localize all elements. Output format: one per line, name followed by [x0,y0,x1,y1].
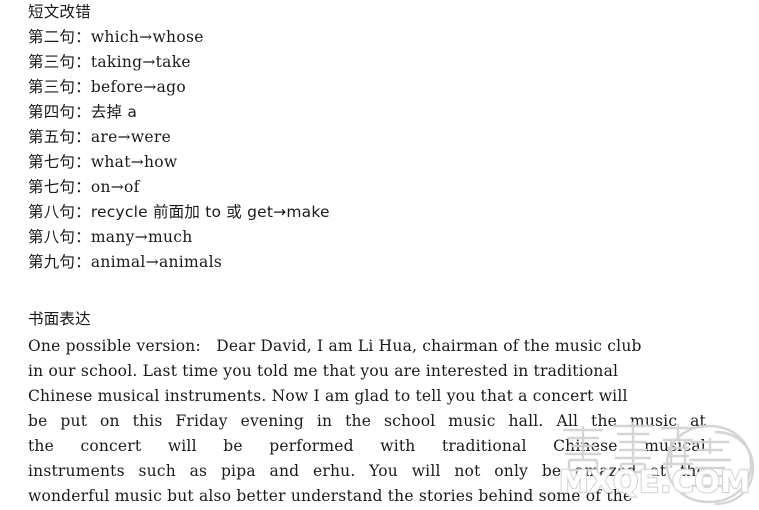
essay-line: wonderful music but also better understa… [28,487,633,505]
correction-label: 第四句： [28,103,91,121]
correction-label: 第三句： [28,53,91,71]
essay-word: and [269,462,300,480]
essay-word: the [345,412,372,430]
essay-word: the [591,412,618,430]
essay-word: the [680,462,706,480]
corrections-heading: 短文改错 [28,3,91,21]
essay-body: One possible version: Dear David, I am L… [28,334,706,509]
essay-word: Chinese [553,437,618,455]
essay-word: this [132,412,163,430]
essay-word: music [448,412,496,430]
essay-word: music [629,412,678,430]
correction-item: 第五句：are→were [28,125,708,150]
essay-word: will [411,462,441,480]
correction-change: taking→take [90,53,191,71]
essay-word: in [316,412,333,430]
essay-word: not [454,462,481,480]
essay-word: at [650,462,667,480]
essay-heading: 书面表达 [28,310,91,328]
correction-label: 第五句： [28,128,91,146]
correction-label: 第七句： [28,153,91,171]
correction-change: which→whose [90,28,204,46]
document-page: 短文改错 第二句：which→whose 第三句：taking→take 第三句… [0,0,759,510]
essay-word: with [380,437,416,455]
essay-line: One possible version: Dear David, I am L… [28,337,642,355]
correction-item: 第二句：which→whose [28,25,708,50]
correction-label: 第九句： [28,253,91,271]
correction-label: 第三句： [28,78,91,96]
essay-word: erhu. [312,462,356,480]
essay-word: concert [80,437,142,455]
essay-word: musical [644,437,706,455]
essay-line: instruments such as pipa and erhu. You will not o… [28,459,706,484]
correction-item: 第九句：animal→animals [28,250,708,275]
essay-word: will [167,437,197,455]
essay-line: Chinese musical instruments. Now I am gl… [28,387,628,405]
essay-word: as [189,462,208,480]
correction-change: animal→animals [90,253,223,271]
correction-change: 去掉 a [90,103,138,121]
essay-word: amazed [575,462,637,480]
essay-word: be [541,462,562,480]
correction-label: 第八句： [28,228,91,246]
essay-word: All [556,412,579,430]
essay-word: You [369,462,398,480]
essay-line: in our school. Last time you told me tha… [28,362,619,380]
correction-item: 第七句：on→of [28,175,708,200]
essay-line: be put on this Friday evening in the school music… [28,409,706,434]
correction-label: 第七句： [28,178,91,196]
correction-item: 第八句：many→much [28,225,708,250]
corrections-list: 第二句：which→whose 第三句：taking→take 第三句：befo… [28,25,708,275]
correction-change: are→were [90,128,172,146]
correction-change: before→ago [90,78,187,96]
correction-item: 第七句：what→how [28,150,708,175]
essay-word: be [28,412,48,430]
essay-word: put [60,412,88,430]
essay-word: at [690,412,706,430]
essay-word: school [383,412,436,430]
essay-word: traditional [441,437,527,455]
essay-word: evening [240,412,304,430]
essay-line: the concert will be performed with traditional… [28,434,706,459]
essay-word: instruments [28,462,125,480]
essay-word: pipa [220,462,256,480]
correction-label: 第二句： [28,28,91,46]
correction-change: what→how [90,153,178,171]
essay-word: be [223,437,243,455]
correction-change: on→of [90,178,140,196]
essay-word: on [100,412,120,430]
essay-word: Friday [175,412,228,430]
essay-word: performed [269,437,354,455]
essay-word: only [494,462,529,480]
correction-change: many→much [90,228,193,246]
correction-item: 第三句：before→ago [28,75,708,100]
document-content: 短文改错 第二句：which→whose 第三句：taking→take 第三句… [28,0,708,509]
correction-item: 第八句：recycle 前面加 to 或 get→make [28,200,708,225]
correction-item: 第四句：去掉 a [28,100,708,125]
correction-item: 第三句：taking→take [28,50,708,75]
essay-word: hall. [508,412,544,430]
essay-word: such [138,462,176,480]
correction-change: recycle 前面加 to 或 get→make [90,203,330,221]
correction-label: 第八句： [28,203,91,221]
essay-word: the [28,437,54,455]
